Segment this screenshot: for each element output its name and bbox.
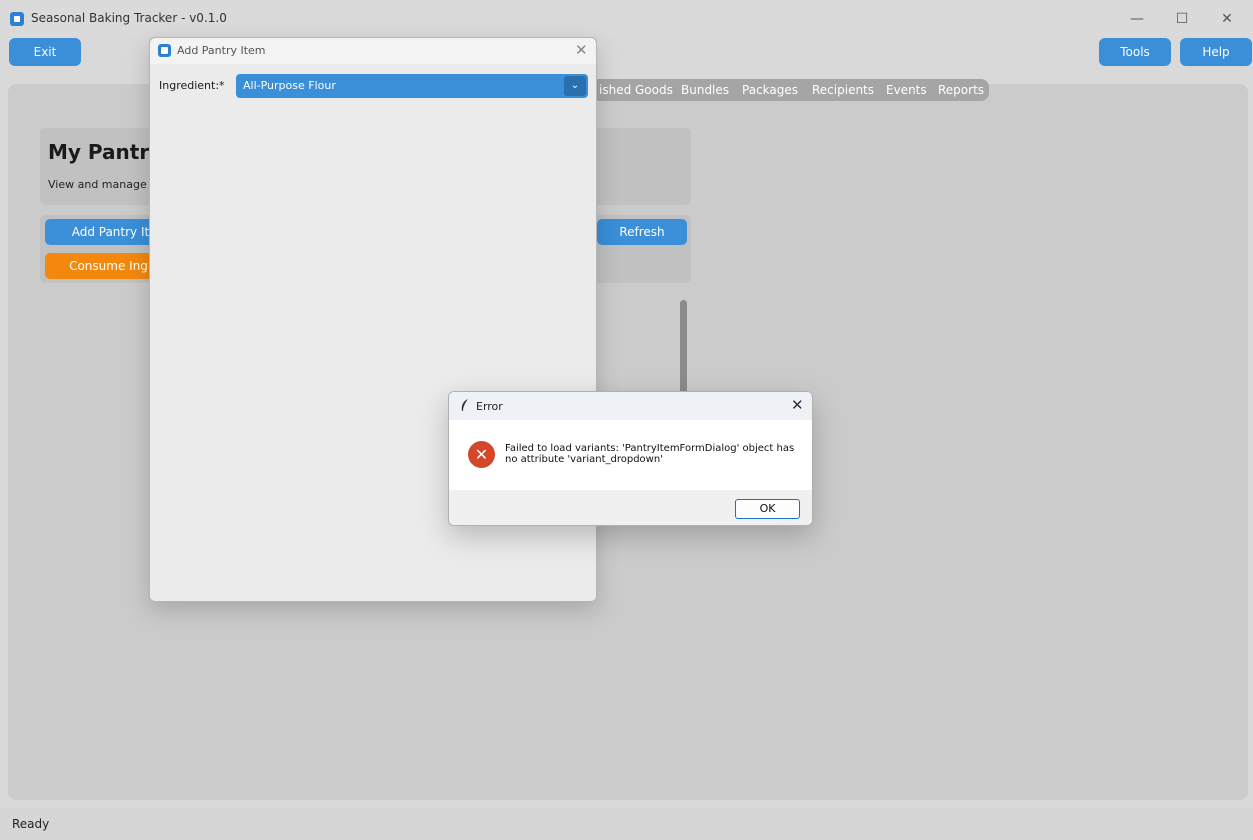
error-dialog-title: Error [476, 400, 503, 413]
tab-events[interactable]: Events [886, 79, 927, 101]
close-icon[interactable]: ✕ [575, 41, 588, 59]
refresh-button[interactable]: Refresh [597, 219, 687, 245]
tab-packages[interactable]: Packages [742, 79, 798, 101]
status-text: Ready [12, 817, 50, 831]
maximize-button[interactable]: ☐ [1160, 7, 1204, 31]
chevron-down-icon[interactable]: ⌄ [564, 76, 586, 96]
app-icon [158, 44, 171, 57]
app-icon [10, 12, 24, 26]
tools-button[interactable]: Tools [1099, 38, 1171, 66]
tab-finished-goods[interactable]: ished Goods [599, 79, 673, 101]
error-icon: ✕ [468, 441, 495, 468]
tab-bundles[interactable]: Bundles [681, 79, 729, 101]
exit-button[interactable]: Exit [9, 38, 81, 66]
tab-reports[interactable]: Reports [938, 79, 984, 101]
ingredient-dropdown[interactable]: All-Purpose Flour ⌄ [236, 74, 588, 98]
error-dialog-titlebar: Error ✕ [449, 392, 812, 420]
dialog-titlebar: Add Pantry Item ✕ [150, 38, 596, 64]
ok-button[interactable]: OK [735, 499, 800, 519]
page-title: My Pantry [48, 140, 163, 164]
dialog-title: Add Pantry Item [177, 44, 266, 57]
close-icon[interactable]: ✕ [791, 396, 804, 414]
page-subtitle: View and manage yo [48, 178, 164, 191]
ingredient-value: All-Purpose Flour [243, 79, 336, 92]
ingredient-label: Ingredient:* [159, 79, 225, 92]
tab-bar: ished Goods Bundles Packages Recipients … [579, 79, 989, 101]
window-title: Seasonal Baking Tracker - v0.1.0 [31, 11, 227, 25]
status-bar: Ready [0, 808, 1253, 840]
close-window-button[interactable]: ✕ [1205, 7, 1249, 31]
error-message: Failed to load variants: 'PantryItemForm… [505, 443, 795, 465]
help-button[interactable]: Help [1180, 38, 1252, 66]
feather-icon [459, 398, 471, 416]
error-dialog: Error ✕ ✕ Failed to load variants: 'Pant… [448, 391, 813, 526]
minimize-button[interactable]: — [1115, 7, 1159, 31]
window-titlebar: Seasonal Baking Tracker - v0.1.0 — ☐ ✕ [0, 0, 1253, 36]
tab-recipients[interactable]: Recipients [812, 79, 874, 101]
